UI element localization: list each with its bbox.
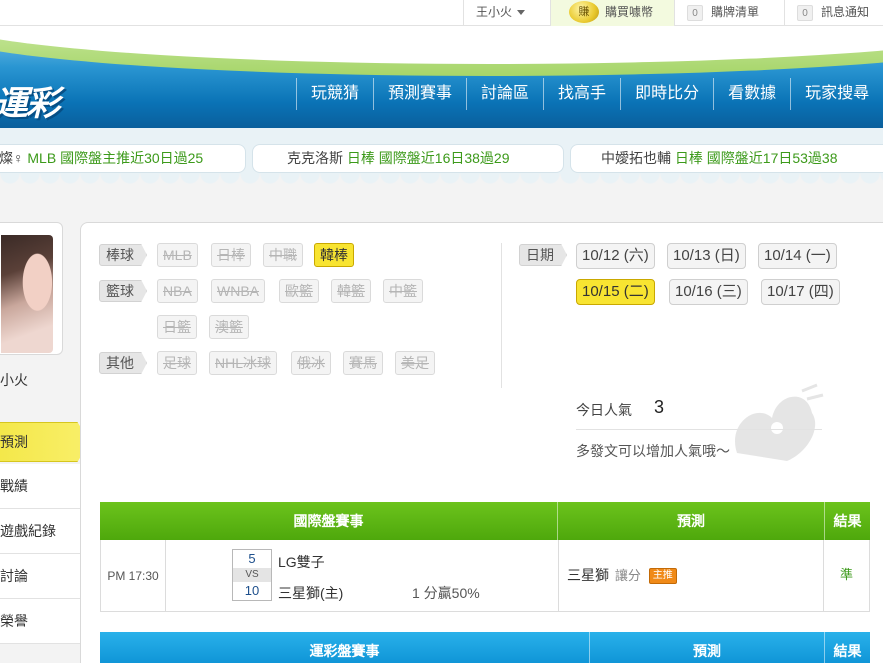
intl-header-match: 國際盤賽事 — [100, 502, 558, 540]
buy-coins-link[interactable]: 賺購買噱幣 — [550, 0, 674, 26]
nav-find-experts[interactable]: 找高手 — [543, 78, 620, 110]
nav-live-scores[interactable]: 即時比分 — [620, 78, 713, 110]
nav-predict-matches[interactable]: 預測賽事 — [373, 78, 466, 110]
category-other: 其他 — [99, 352, 147, 374]
ticker-item[interactable]: 中嬡拓也輔 日棒 國際盤近17日53過38 — [570, 144, 883, 173]
expert-ticker: 燦♀ MLB 國際盤主推近30日過25 克克洛斯 日棒 國際盤近16日38過29… — [0, 128, 883, 192]
cart-count: 0 — [687, 5, 703, 21]
popularity-label: 今日人氣 — [576, 402, 632, 418]
profile-card — [0, 222, 63, 355]
league-wnba[interactable]: WNBA — [211, 279, 265, 303]
main-pick-badge: 主推 — [648, 568, 677, 585]
league-china-basketball[interactable]: 中籃 — [383, 279, 423, 303]
league-soccer[interactable]: 足球 — [157, 351, 197, 375]
chevron-down-icon — [517, 10, 526, 16]
site-header: 運彩 玩競猜 預測賽事 討論區 找高手 即時比分 看數據 玩家搜尋 — [0, 26, 883, 128]
league-npb[interactable]: 日棒 — [211, 243, 251, 267]
intl-header-prediction: 預測 — [558, 502, 825, 540]
date-oct-16[interactable]: 10/16 (三) — [669, 279, 748, 305]
panel-divider — [501, 243, 502, 388]
vs-label: VS — [233, 568, 271, 582]
league-russia-hockey[interactable]: 俄冰 — [291, 351, 331, 375]
league-australia-basketball[interactable]: 澳籃 — [209, 315, 249, 339]
date-label: 日期 — [519, 244, 567, 266]
sports-header-match: 運彩盤賽事 — [100, 632, 590, 663]
table-row: PM 17:30 5 VS 10 LG雙子 三星獅(主) 1 分贏50% 三星獅… — [100, 540, 870, 612]
league-mlb[interactable]: MLB — [157, 243, 198, 267]
avatar[interactable] — [1, 235, 53, 353]
away-score: 5 — [248, 551, 256, 566]
site-logo[interactable]: 運彩 — [0, 76, 60, 125]
sidebar-item-discussion[interactable]: 討論 — [0, 554, 82, 599]
nav-forum[interactable]: 討論區 — [466, 78, 543, 110]
date-oct-12[interactable]: 10/12 (六) — [576, 243, 655, 269]
sports-header-result: 結果 — [833, 643, 862, 659]
profile-name: 小火 — [0, 372, 28, 388]
category-basketball: 籃球 — [99, 280, 147, 302]
nav-player-search[interactable]: 玩家搜尋 — [790, 78, 883, 110]
main-nav: 玩競猜 預測賽事 討論區 找高手 即時比分 看數據 玩家搜尋 — [296, 78, 883, 110]
ticker-expert: 中嬡拓也輔 — [601, 150, 671, 166]
prediction-cell: 三星獅 讓分 主推 — [559, 540, 824, 611]
ticker-record: 日棒 國際盤近17日53過38 — [674, 150, 838, 166]
league-horse-racing[interactable]: 賽馬 — [343, 351, 383, 375]
messages-link[interactable]: 0 訊息通知 — [784, 0, 883, 26]
prediction-pick: 三星獅 — [567, 567, 609, 583]
messages-label: 訊息通知 — [821, 5, 870, 19]
cart-link[interactable]: 0 購牌清單 — [674, 0, 784, 26]
sidebar-item-game-history[interactable]: 遊戲紀錄 — [0, 509, 82, 554]
league-american-football[interactable]: 美足 — [395, 351, 435, 375]
ticker-item[interactable]: 燦♀ MLB 國際盤主推近30日過25 — [0, 144, 246, 173]
sidebar-item-record[interactable]: 戰績 — [0, 464, 82, 509]
buy-coins-label: 購買噱幣 — [605, 5, 654, 19]
coin-icon: 賺 — [569, 0, 599, 23]
league-nhl[interactable]: NHL冰球 — [209, 351, 278, 375]
away-team[interactable]: LG雙子 — [278, 552, 325, 572]
ticker-record: MLB 國際盤主推近30日過25 — [27, 150, 204, 166]
date-oct-14[interactable]: 10/14 (一) — [758, 243, 837, 269]
popularity-tip: 多發文可以增加人氣哦～ — [576, 443, 730, 459]
ticker-expert: 燦♀ — [0, 150, 24, 166]
cart-label: 購牌清單 — [711, 5, 760, 19]
sports-table-header: 運彩盤賽事 預測 結果 — [100, 632, 870, 663]
league-japan-basketball[interactable]: 日籃 — [157, 315, 197, 339]
score-box: 5 VS 10 — [232, 549, 272, 601]
nav-statistics[interactable]: 看數據 — [713, 78, 790, 110]
ticker-expert: 克克洛斯 — [287, 150, 343, 166]
home-score: 10 — [244, 583, 260, 598]
popularity-divider — [576, 429, 822, 430]
ticker-wave-decoration — [0, 174, 883, 192]
league-cpbl[interactable]: 中職 — [263, 243, 303, 267]
top-utility-bar: 王小火 賺購買噱幣 0 購牌清單 0 訊息通知 — [0, 0, 883, 26]
sidebar-item-predict[interactable]: 預測 — [0, 422, 90, 462]
ticker-record: 日棒 國際盤近16日38過29 — [346, 150, 510, 166]
match-time: PM 17:30 — [101, 540, 166, 611]
date-oct-17[interactable]: 10/17 (四) — [761, 279, 840, 305]
popularity-value: 3 — [654, 397, 665, 417]
handicap-odds: 1 分贏50% — [412, 585, 480, 601]
intl-table-header: 國際盤賽事 預測 結果 — [100, 502, 870, 540]
nav-play-quiz[interactable]: 玩競猜 — [296, 78, 373, 110]
league-korea-basketball[interactable]: 韓籃 — [331, 279, 371, 303]
matchup-cell: 5 VS 10 LG雙子 三星獅(主) 1 分贏50% — [166, 540, 559, 611]
sidebar-item-honors[interactable]: 榮譽 — [0, 599, 82, 644]
prediction-type: 讓分 — [614, 568, 641, 583]
result-cell: 準 — [839, 567, 853, 582]
date-oct-15[interactable]: 10/15 (二) — [576, 279, 655, 305]
sports-header-prediction: 預測 — [590, 632, 825, 663]
ticker-item[interactable]: 克克洛斯 日棒 國際盤近16日38過29 — [252, 144, 564, 173]
home-team[interactable]: 三星獅(主) — [278, 583, 343, 603]
league-kbo[interactable]: 韓棒 — [314, 243, 354, 267]
message-count: 0 — [797, 5, 813, 21]
intl-header-result: 結果 — [833, 513, 862, 529]
mascot-watermark-icon — [735, 383, 824, 461]
date-oct-13[interactable]: 10/13 (日) — [667, 243, 746, 269]
league-euro-basketball[interactable]: 歐籃 — [279, 279, 319, 303]
user-menu[interactable]: 王小火 — [463, 0, 550, 26]
league-nba[interactable]: NBA — [157, 279, 198, 303]
category-baseball: 棒球 — [99, 244, 147, 266]
user-name: 王小火 — [476, 5, 513, 19]
